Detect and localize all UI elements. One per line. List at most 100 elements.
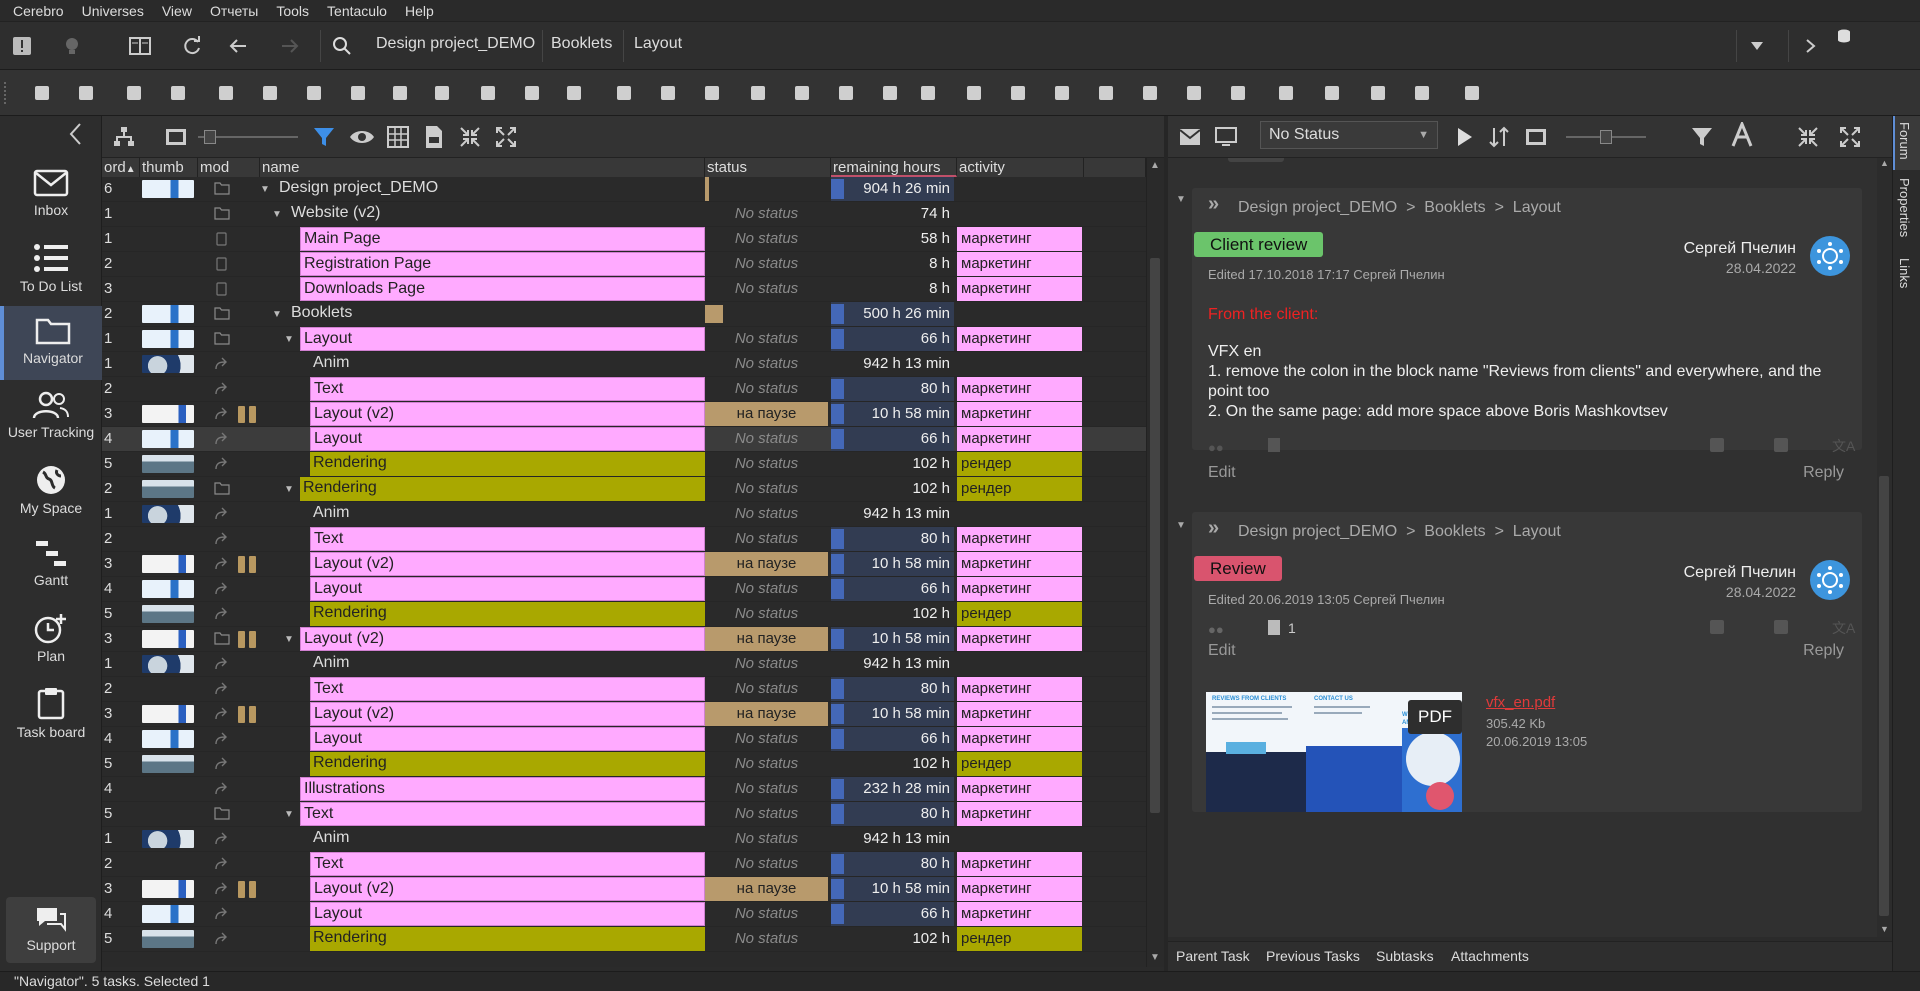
camera-icon[interactable] bbox=[1408, 79, 1436, 107]
expand-toggle-icon[interactable]: ▼ bbox=[272, 210, 282, 220]
row-name[interactable]: Design project_DEMO bbox=[276, 177, 705, 201]
nav-task-board[interactable]: Task board bbox=[0, 676, 102, 750]
row-activity[interactable]: маркетинг bbox=[957, 277, 1082, 301]
row-activity[interactable]: маркетинг bbox=[957, 527, 1082, 551]
row-thumbnail[interactable] bbox=[142, 880, 194, 898]
play-icon[interactable] bbox=[1450, 123, 1478, 151]
forum-thumb-slider[interactable] bbox=[1566, 130, 1646, 144]
row-activity[interactable]: маркетинг bbox=[957, 227, 1082, 251]
reply-link[interactable]: Reply bbox=[1803, 642, 1844, 660]
row-status[interactable]: No status bbox=[705, 827, 828, 851]
row-name[interactable]: Layout bbox=[310, 902, 705, 926]
edit-link[interactable]: Edit bbox=[1208, 464, 1236, 482]
row-name[interactable]: Registration Page bbox=[300, 252, 705, 276]
table-row[interactable]: 3 ▼ Layout (v2) на паузе 10 h 58 min маркетин… bbox=[102, 627, 1146, 652]
row-status[interactable]: No status bbox=[705, 852, 828, 876]
expand-toggle-icon[interactable]: ▼ bbox=[284, 635, 294, 645]
row-name[interactable]: Main Page bbox=[300, 227, 705, 251]
row-name[interactable]: Layout (v2) bbox=[300, 627, 705, 651]
avatar[interactable] bbox=[1810, 560, 1850, 600]
table-row[interactable]: 1 Main Page No status 58 h маркетинг bbox=[102, 227, 1146, 252]
tab-attachments[interactable]: Attachments bbox=[1451, 948, 1529, 964]
table-row[interactable]: 1 Anim No status 942 h 13 min bbox=[102, 827, 1146, 852]
table-row[interactable]: 5 Rendering No status 102 h рендер bbox=[102, 602, 1146, 627]
table-row[interactable]: 1 Anim No status 942 h 13 min bbox=[102, 352, 1146, 377]
nav-navigator[interactable]: Navigator bbox=[0, 306, 102, 380]
row-name[interactable]: Text bbox=[310, 852, 705, 876]
table-row[interactable]: 2 ▼ Booklets 500 h 26 min bbox=[102, 302, 1146, 327]
bell-icon[interactable] bbox=[654, 79, 682, 107]
move-icon[interactable] bbox=[560, 79, 588, 107]
forward-icon[interactable] bbox=[164, 79, 192, 107]
row-name[interactable]: Layout (v2) bbox=[310, 877, 705, 901]
delete-icon[interactable] bbox=[212, 79, 240, 107]
row-thumbnail[interactable] bbox=[142, 580, 194, 598]
table-row[interactable]: 5 ▼ Text No status 80 h маркетинг bbox=[102, 802, 1146, 827]
col-header-thumb[interactable]: thumb bbox=[140, 158, 198, 177]
row-status[interactable]: на паузе bbox=[705, 402, 828, 426]
status-select[interactable]: No Status ▼ bbox=[1260, 121, 1438, 149]
alert-icon[interactable] bbox=[8, 32, 36, 60]
table-row[interactable]: 1 ▼ Layout No status 66 h маркетинг bbox=[102, 327, 1146, 352]
row-thumbnail[interactable] bbox=[142, 555, 194, 573]
row-status[interactable]: No status bbox=[705, 652, 828, 676]
row-status[interactable]: на паузе bbox=[705, 627, 828, 651]
tab-parent-task[interactable]: Parent Task bbox=[1176, 948, 1250, 964]
row-activity[interactable]: маркетинг bbox=[957, 552, 1082, 576]
row-status[interactable]: No status bbox=[705, 427, 828, 451]
back-icon[interactable] bbox=[224, 32, 252, 60]
row-activity[interactable]: маркетинг bbox=[957, 877, 1082, 901]
table-row[interactable]: 3 Layout (v2) на паузе 10 h 58 min маркетинг bbox=[102, 402, 1146, 427]
table-row[interactable]: 5 Rendering No status 102 h рендер bbox=[102, 927, 1146, 952]
table-row[interactable]: 4 Layout No status 66 h маркетинг bbox=[102, 902, 1146, 927]
row-activity[interactable]: рендер bbox=[957, 927, 1082, 951]
hierarchy-icon[interactable] bbox=[110, 123, 138, 151]
col-header-remaining-hours[interactable]: remaining hours bbox=[831, 158, 957, 177]
collapse-all-icon[interactable] bbox=[456, 123, 484, 151]
avatar[interactable] bbox=[1810, 236, 1850, 276]
copy-project-icon[interactable] bbox=[744, 79, 772, 107]
thumbs-up-icon[interactable] bbox=[1710, 438, 1724, 452]
menu-universes[interactable]: Universes bbox=[73, 0, 153, 22]
table-row[interactable]: 1 Anim No status 942 h 13 min bbox=[102, 502, 1146, 527]
translate-icon[interactable]: 文A bbox=[1832, 618, 1855, 638]
row-thumbnail[interactable] bbox=[142, 455, 194, 473]
row-thumbnail[interactable] bbox=[142, 355, 194, 373]
expand-toggle-icon[interactable]: ▼ bbox=[284, 485, 294, 495]
document-icon[interactable] bbox=[1268, 438, 1280, 452]
row-status[interactable]: No status bbox=[705, 477, 828, 501]
nav-gantt[interactable]: Gantt bbox=[0, 528, 102, 602]
translate-icon[interactable]: 文A bbox=[1832, 436, 1855, 456]
nav-user-tracking[interactable]: User Tracking bbox=[0, 380, 102, 454]
row-status[interactable]: No status bbox=[705, 777, 828, 801]
paste-icon[interactable] bbox=[474, 79, 502, 107]
filter-icon[interactable] bbox=[1688, 123, 1716, 151]
col-header-name[interactable]: name bbox=[260, 158, 705, 177]
row-status[interactable]: No status bbox=[705, 202, 828, 226]
table-row[interactable]: 2 Text No status 80 h маркетинг bbox=[102, 677, 1146, 702]
row-status[interactable]: No status bbox=[705, 727, 828, 751]
nav-todo[interactable]: To Do List bbox=[0, 232, 102, 306]
breadcrumb-layout[interactable]: Layout bbox=[634, 35, 682, 53]
unlink-icon[interactable] bbox=[876, 79, 904, 107]
row-name[interactable]: Illustrations bbox=[300, 777, 705, 801]
paste-special-icon[interactable] bbox=[518, 79, 546, 107]
cut-icon[interactable] bbox=[300, 79, 328, 107]
post-breadcrumb[interactable]: Design project_DEMO > Booklets > Layout bbox=[1238, 199, 1561, 217]
eye-icon[interactable] bbox=[348, 123, 376, 151]
row-activity[interactable]: маркетинг bbox=[957, 327, 1082, 351]
row-name[interactable]: Text bbox=[310, 377, 705, 401]
forward-icon[interactable] bbox=[276, 32, 304, 60]
folder-icon[interactable] bbox=[960, 79, 988, 107]
table-row[interactable]: 4 Layout No status 66 h маркетинг bbox=[102, 577, 1146, 602]
grid-scrollbar[interactable]: ▲ ▼ bbox=[1146, 158, 1164, 967]
table-row[interactable]: 2 Registration Page No status 8 h маркетинг bbox=[102, 252, 1146, 277]
checklist-icon[interactable] bbox=[1224, 79, 1252, 107]
row-thumbnail[interactable] bbox=[142, 630, 194, 648]
filter-icon[interactable] bbox=[310, 123, 338, 151]
collapse-nav-icon[interactable] bbox=[68, 122, 84, 146]
table-row[interactable]: 2 Text No status 80 h маркетинг bbox=[102, 377, 1146, 402]
users-icon[interactable]: ●● bbox=[1208, 622, 1224, 637]
edit-link[interactable]: Edit bbox=[1208, 642, 1236, 660]
group-icon[interactable] bbox=[1136, 79, 1164, 107]
